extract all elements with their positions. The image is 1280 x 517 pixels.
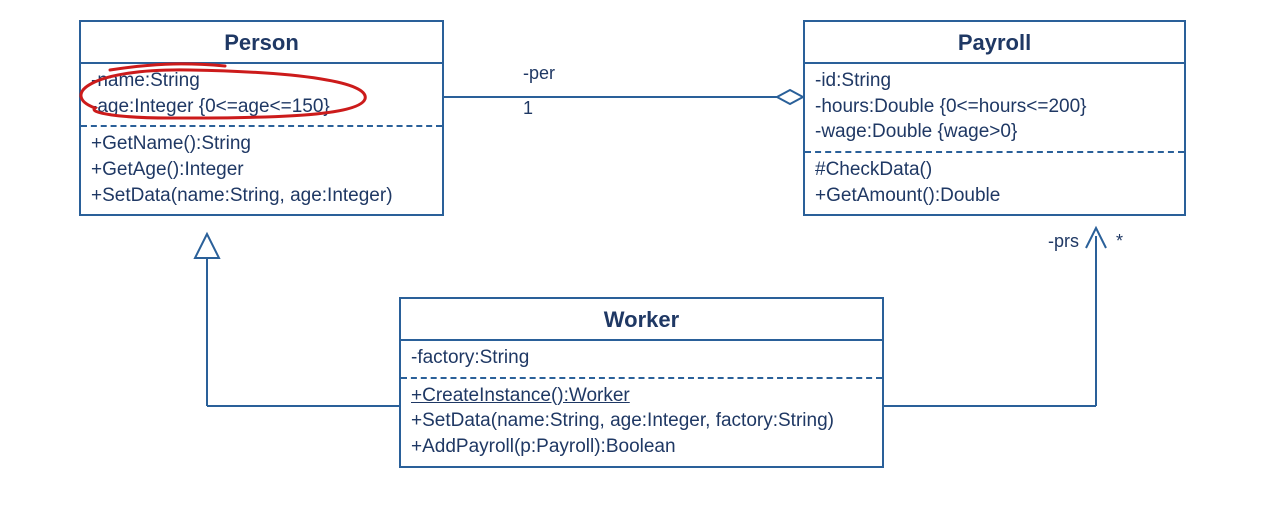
assoc-worker-payroll: [884, 228, 1106, 406]
class-person-attributes: -name:String -age:Integer {0<=age<=150}: [81, 64, 442, 125]
generalization-arrow-icon: [195, 234, 219, 258]
attribute-line: -id:String: [815, 68, 1174, 94]
assoc-role-per: -per: [523, 63, 555, 84]
attribute-line: -name:String: [91, 68, 432, 94]
assoc-person-payroll: [444, 90, 803, 104]
aggregation-diamond-icon: [777, 90, 803, 104]
operation-line: +GetName():String: [91, 131, 432, 157]
operation-line: +SetData(name:String, age:Integer, facto…: [411, 408, 872, 434]
assoc-mult-prs: *: [1116, 231, 1123, 252]
operation-line: +AddPayroll(p:Payroll):Boolean: [411, 434, 872, 460]
class-worker-title: Worker: [401, 299, 882, 341]
class-person-title: Person: [81, 22, 442, 64]
attribute-line: -wage:Double {wage>0}: [815, 119, 1174, 145]
operation-line-static: +CreateInstance():Worker: [411, 383, 872, 409]
operation-line: +SetData(name:String, age:Integer): [91, 183, 432, 209]
class-worker-operations: +CreateInstance():Worker +SetData(name:S…: [401, 379, 882, 466]
class-worker: Worker -factory:String +CreateInstance()…: [399, 297, 884, 468]
class-person-operations: +GetName():String +GetAge():Integer +Set…: [81, 127, 442, 214]
class-person: Person -name:String -age:Integer {0<=age…: [79, 20, 444, 216]
operation-line: +GetAmount():Double: [815, 183, 1174, 209]
assoc-role-prs: -prs: [1048, 231, 1079, 252]
attribute-line: -age:Integer {0<=age<=150}: [91, 94, 432, 120]
class-payroll-title: Payroll: [805, 22, 1184, 64]
class-payroll-operations: #CheckData() +GetAmount():Double: [805, 153, 1184, 214]
operation-line: +GetAge():Integer: [91, 157, 432, 183]
class-worker-attributes: -factory:String: [401, 341, 882, 377]
operation-line: #CheckData(): [815, 157, 1174, 183]
attribute-line: -hours:Double {0<=hours<=200}: [815, 94, 1174, 120]
assoc-mult-per: 1: [523, 98, 533, 119]
attribute-line: -factory:String: [411, 345, 872, 371]
generalization-worker-person: [195, 234, 399, 406]
class-payroll: Payroll -id:String -hours:Double {0<=hou…: [803, 20, 1186, 216]
class-payroll-attributes: -id:String -hours:Double {0<=hours<=200}…: [805, 64, 1184, 151]
navigability-arrow-icon: [1086, 228, 1106, 248]
